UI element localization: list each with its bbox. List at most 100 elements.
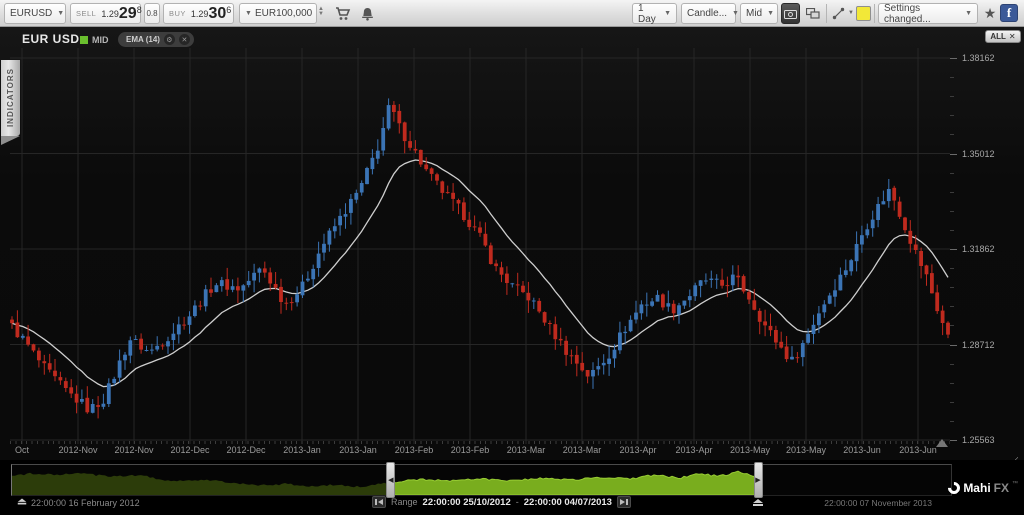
chart-panel: EUR USD MID EMA (14) ⚙ ✕ ALL ✕ INDICATOR… xyxy=(0,27,1024,467)
sell-button[interactable]: SELL 1.29 29 8 xyxy=(70,3,142,24)
layout-button[interactable] xyxy=(803,3,823,24)
price-axis-minor-tick xyxy=(950,96,954,98)
alerts-button[interactable] xyxy=(357,3,378,24)
bell-icon xyxy=(362,7,373,21)
symbol-select[interactable]: EURUSD ▼ xyxy=(4,3,66,24)
x-axis-label: 2012-Nov xyxy=(58,445,98,455)
triangle-right-icon xyxy=(620,499,626,505)
currency-select[interactable]: ▼ EUR xyxy=(245,8,276,19)
price-axis-tick xyxy=(950,344,957,346)
timeline-start-marker-icon xyxy=(17,498,27,505)
triangle-left-icon xyxy=(377,499,383,505)
gear-icon: ⚙ xyxy=(166,36,173,44)
logo-text-sub: FX xyxy=(993,481,1009,495)
close-icon: ✕ xyxy=(181,36,188,44)
settings-select[interactable]: Settings changed... ▼ xyxy=(878,3,978,25)
buy-price-sup: 6 xyxy=(226,4,232,15)
skip-to-end-button[interactable] xyxy=(616,496,631,508)
ema-settings-button[interactable]: ⚙ xyxy=(163,34,175,45)
x-axis-label: 2012-Dec xyxy=(170,445,210,455)
chevron-down-icon: ▼ xyxy=(57,10,65,17)
price-axis-minor-tick xyxy=(950,115,954,117)
amount-field[interactable]: ▼ EUR 100,000 xyxy=(239,3,317,24)
multi-chart-icon xyxy=(806,8,820,19)
range-end-marker-icon[interactable] xyxy=(752,499,763,506)
sell-label: SELL xyxy=(76,9,97,18)
mahifx-logo-icon xyxy=(945,479,963,497)
price-axis-minor-tick xyxy=(950,363,954,365)
price-axis-minor-tick xyxy=(950,287,954,289)
spread-text: 0.8 xyxy=(146,9,158,18)
bottom-strip: ◀ ▶ 22:00:00 16 February 2012 Range 22:0… xyxy=(0,460,1024,515)
range-handle-right[interactable]: ▶ xyxy=(753,462,763,498)
skip-to-start-button[interactable] xyxy=(372,496,386,508)
logo-text-main: Mahi xyxy=(963,481,991,495)
facebook-icon: f xyxy=(1006,5,1012,20)
price-axis-minor-tick xyxy=(950,134,954,136)
cart-button[interactable] xyxy=(332,3,353,24)
chevron-down-icon: ▼ xyxy=(732,10,739,17)
trading-app: EURUSD ▼ SELL 1.29 29 8 0.8 BUY 1.29 30 … xyxy=(0,0,1024,515)
timeframe-label: 1 Day xyxy=(638,2,656,25)
ema-indicator-label: EMA (14) xyxy=(126,35,160,44)
overview-area-chart xyxy=(12,470,759,495)
price-axis[interactable]: 1.38162 1.35012 1.31862 1.28712 1.25563 xyxy=(950,27,1024,460)
buy-label: BUY xyxy=(169,9,186,18)
x-axis-label: 2013-Mar xyxy=(562,445,602,455)
mid-series-label: MID xyxy=(92,35,109,45)
range-handle-left[interactable]: ◀ xyxy=(386,462,396,498)
x-axis-label: 2012-Nov xyxy=(114,445,154,455)
overview-timeline[interactable] xyxy=(11,464,952,496)
buy-price-small: 1.29 xyxy=(190,8,209,19)
x-axis-label: 2013-Mar xyxy=(506,445,546,455)
axis-marker-triangle-icon[interactable] xyxy=(936,439,948,447)
chevron-right-icon: ▶ xyxy=(755,477,761,484)
x-axis-label: 2013-Feb xyxy=(394,445,434,455)
amount-value: 100,000 xyxy=(276,8,313,19)
color-swatch-button[interactable] xyxy=(856,6,871,21)
timeframe-select[interactable]: 1 Day ▼ xyxy=(632,2,677,25)
snapshot-button[interactable] xyxy=(781,3,800,24)
stepper-down-icon[interactable]: ▼ xyxy=(318,11,324,17)
price-axis-label: 1.38162 xyxy=(962,53,995,63)
amount-stepper[interactable]: ▲ ▼ xyxy=(318,6,324,17)
price-axis-minor-tick xyxy=(950,382,954,384)
buy-button[interactable]: BUY 1.29 30 6 xyxy=(163,3,234,24)
x-axis-label: 2013-Jun xyxy=(843,445,881,455)
price-axis-minor-tick xyxy=(950,401,954,403)
price-axis-label: 1.35012 xyxy=(962,148,995,159)
x-axis-label: 2013-Feb xyxy=(450,445,490,455)
range-start-value: 22:00:00 25/10/2012 xyxy=(422,496,511,508)
currency-label: EUR xyxy=(254,8,277,19)
chevron-down-icon: ▼ xyxy=(965,10,972,17)
favorite-button[interactable]: ★ xyxy=(981,3,999,24)
price-axis-label: 1.31862 xyxy=(962,244,995,254)
mahifx-logo: Mahi FX ™ xyxy=(945,479,1018,497)
cart-icon xyxy=(335,6,350,20)
price-axis-minor-tick xyxy=(950,306,954,308)
price-mode-select[interactable]: Mid ▼ xyxy=(740,3,778,24)
ema-indicator-pill[interactable]: EMA (14) ⚙ ✕ xyxy=(118,32,194,47)
chart-type-select[interactable]: Candle... ▼ xyxy=(681,3,739,24)
price-axis-minor-tick xyxy=(950,172,954,174)
chevron-down-icon: ▼ xyxy=(245,10,252,17)
skip-start-icon xyxy=(375,499,377,505)
ema-remove-button[interactable]: ✕ xyxy=(178,34,190,45)
price-axis-minor-tick xyxy=(950,325,954,327)
x-axis-labels: Oct 2012-Nov 2012-Nov 2012-Dec 2012-Dec 2013-… xyxy=(0,444,950,458)
chart-symbol-title: EUR USD xyxy=(22,32,80,46)
price-axis-minor-tick xyxy=(950,210,954,212)
x-axis-label: 2013-May xyxy=(785,445,827,455)
chevron-down-icon: ▼ xyxy=(767,10,775,17)
price-axis-tick xyxy=(950,440,957,441)
draw-line-button[interactable] xyxy=(829,3,847,24)
price-axis-tick xyxy=(950,249,957,250)
sell-price-sup: 8 xyxy=(136,4,142,15)
candlestick-chart[interactable] xyxy=(10,48,950,444)
camera-icon xyxy=(784,9,797,19)
chevron-down-icon[interactable]: ▼ xyxy=(848,10,854,16)
range-label: Range xyxy=(391,497,418,507)
logo-trademark: ™ xyxy=(1012,481,1018,487)
facebook-button[interactable]: f xyxy=(1000,4,1018,22)
x-axis-label: 2013-Jan xyxy=(283,445,321,455)
